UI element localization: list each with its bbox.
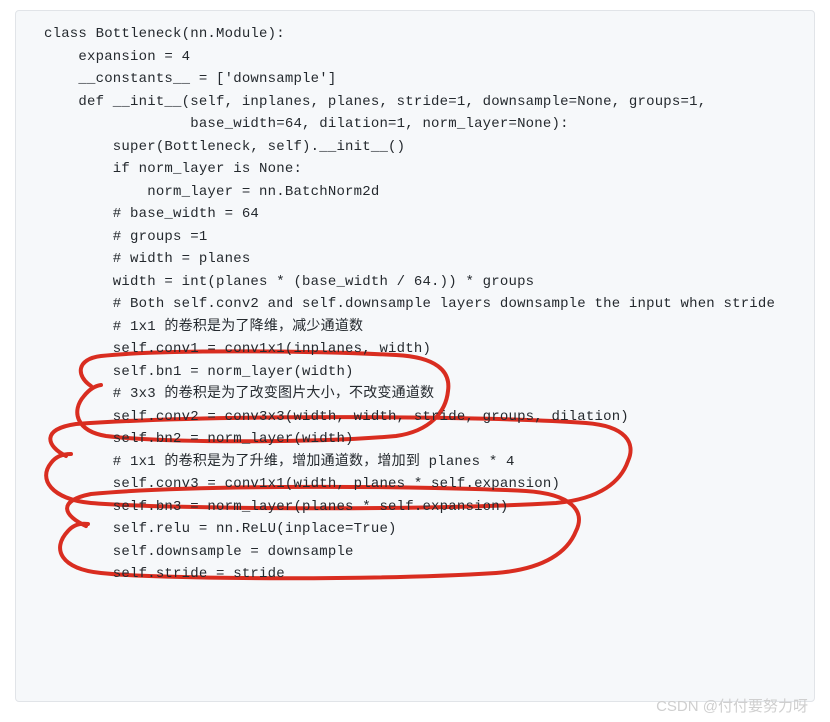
code-line: self.conv1 = conv1x1(inplanes, width): [16, 338, 814, 361]
code-line: self.relu = nn.ReLU(inplace=True): [16, 518, 814, 541]
code-line: def __init__(self, inplanes, planes, str…: [16, 91, 814, 114]
code-line: # 1x1 的卷积是为了降维，减少通道数: [16, 316, 814, 339]
code-line: # Both self.conv2 and self.downsample la…: [16, 293, 814, 316]
code-line: self.bn1 = norm_layer(width): [16, 361, 814, 384]
code-line: self.downsample = downsample: [16, 541, 814, 564]
code-line: base_width=64, dilation=1, norm_layer=No…: [16, 113, 814, 136]
code-line: # 3x3 的卷积是为了改变图片大小，不改变通道数: [16, 383, 814, 406]
code-line: self.bn2 = norm_layer(width): [16, 428, 814, 451]
code-lines: class Bottleneck(nn.Module): expansion =…: [16, 23, 814, 586]
code-line: self.conv2 = conv3x3(width, width, strid…: [16, 406, 814, 429]
code-line: expansion = 4: [16, 46, 814, 69]
code-line: __constants__ = ['downsample']: [16, 68, 814, 91]
code-line: if norm_layer is None:: [16, 158, 814, 181]
code-line: # groups =1: [16, 226, 814, 249]
code-line: super(Bottleneck, self).__init__(): [16, 136, 814, 159]
code-line: width = int(planes * (base_width / 64.))…: [16, 271, 814, 294]
code-line: self.conv3 = conv1x1(width, planes * sel…: [16, 473, 814, 496]
code-line: self.bn3 = norm_layer(planes * self.expa…: [16, 496, 814, 519]
code-line: self.stride = stride: [16, 563, 814, 586]
code-line: norm_layer = nn.BatchNorm2d: [16, 181, 814, 204]
code-block: class Bottleneck(nn.Module): expansion =…: [15, 10, 815, 702]
watermark: CSDN @付付要努力呀: [656, 695, 808, 716]
code-line: # 1x1 的卷积是为了升维，增加通道数，增加到 planes * 4: [16, 451, 814, 474]
code-line: # width = planes: [16, 248, 814, 271]
code-line: # base_width = 64: [16, 203, 814, 226]
code-line: class Bottleneck(nn.Module):: [16, 23, 814, 46]
